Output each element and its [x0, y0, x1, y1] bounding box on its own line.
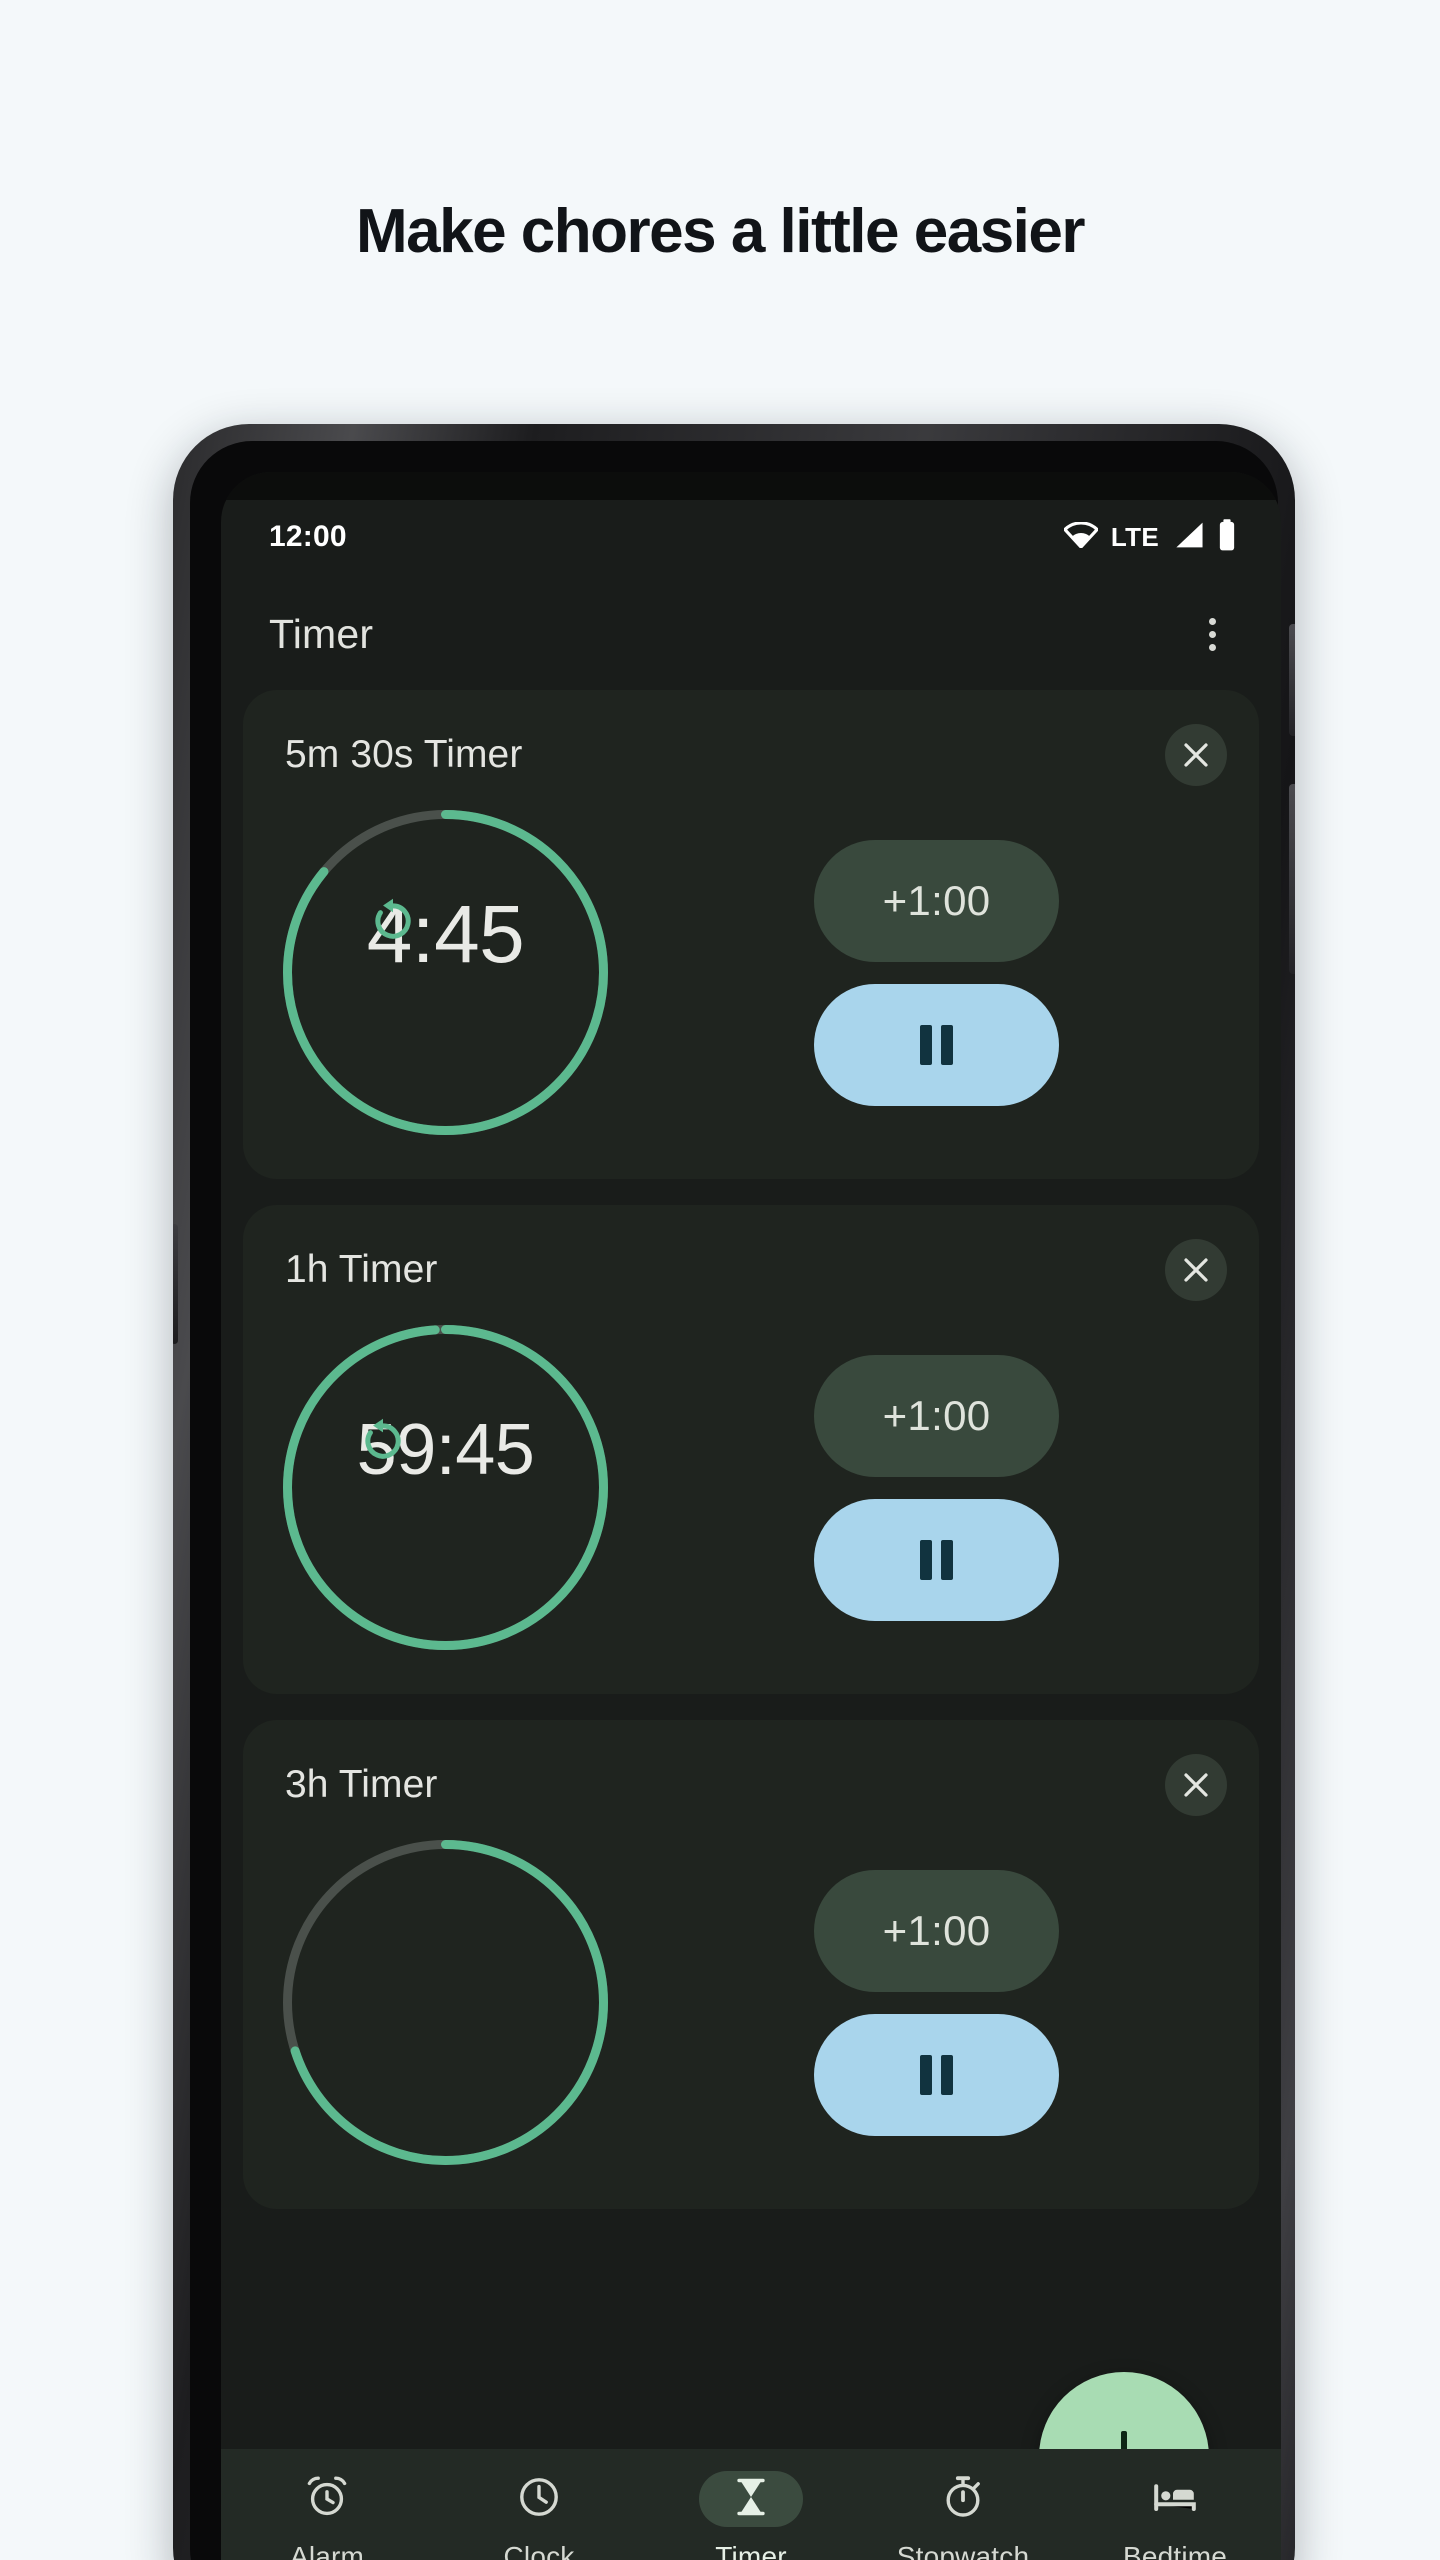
timer-title: 3h Timer: [285, 1763, 438, 1806]
pause-icon-bar: [941, 1539, 953, 1580]
pause-icon-bar: [941, 2054, 953, 2095]
pause-icon-bar: [920, 1024, 932, 1065]
timer-card-body: 59:45 +1:00: [243, 1305, 1259, 1660]
nav-item-clock[interactable]: Clock: [454, 2471, 624, 2560]
dial-center: 4:45: [367, 893, 525, 1052]
nav-pill: [1123, 2471, 1227, 2527]
timer-card-header: 1h Timer: [243, 1235, 1259, 1305]
dot: [1208, 643, 1216, 651]
phone-bezel: 12:00 LTE Timer 5m 30s Timer 4:45 +1:00 …: [190, 441, 1281, 2560]
timer-card[interactable]: 3h Timer +1:00: [243, 1720, 1259, 2209]
wifi-icon: [1062, 520, 1100, 553]
power-button[interactable]: [1289, 624, 1295, 736]
timer-actions: +1:00: [644, 839, 1225, 1106]
timer-card-header: 3h Timer: [243, 1750, 1259, 1820]
page-title: Make chores a little easier: [355, 197, 1086, 266]
pause-button[interactable]: [814, 983, 1059, 1106]
bottom-navigation: Alarm Clock Timer Stopwatch Bedtime: [221, 2449, 1281, 2560]
network-type-label: LTE: [1110, 521, 1159, 552]
nav-label: Bedtime: [1122, 2541, 1228, 2560]
progress-ring: [283, 1840, 608, 2165]
nav-label: Stopwatch: [896, 2541, 1030, 2560]
dot: [1208, 617, 1216, 625]
pause-icon-bar: [920, 2054, 932, 2095]
stopwatch-icon: [939, 2473, 987, 2526]
nav-item-timer[interactable]: Timer: [666, 2471, 836, 2560]
clock-icon: [515, 2473, 563, 2526]
battery-icon: [1217, 518, 1237, 556]
dot: [1208, 630, 1216, 638]
status-clock: 12:00: [269, 520, 347, 553]
left-side-button[interactable]: [173, 1224, 178, 1344]
nav-item-stopwatch[interactable]: Stopwatch: [878, 2471, 1048, 2560]
timer-progress-dial[interactable]: 4:45: [273, 800, 618, 1145]
bed-icon: [1151, 2473, 1199, 2526]
status-icon-group: LTE: [1062, 518, 1237, 556]
status-bar: 12:00 LTE: [221, 500, 1281, 574]
timer-progress-dial[interactable]: [273, 1830, 618, 2175]
alarm-clock-icon: [303, 2473, 351, 2526]
app-bar: Timer: [221, 580, 1281, 688]
reset-icon[interactable]: [365, 1418, 473, 1562]
delete-timer-button[interactable]: [1165, 724, 1227, 786]
hourglass-icon: [729, 2475, 773, 2524]
nav-pill: [275, 2471, 379, 2527]
timer-card[interactable]: 1h Timer 59:45 +1:00: [243, 1205, 1259, 1694]
camera-notch-area: [221, 472, 1281, 500]
app-bar-title: Timer: [269, 610, 374, 657]
timer-title: 1h Timer: [285, 1248, 438, 1291]
timer-card-body: +1:00: [243, 1820, 1259, 2175]
add-minute-button[interactable]: +1:00: [814, 1869, 1059, 1992]
timer-card[interactable]: 5m 30s Timer 4:45 +1:00: [243, 690, 1259, 1179]
pause-icon-bar: [920, 1539, 932, 1580]
nav-label: Timer: [715, 2541, 787, 2560]
delete-timer-button[interactable]: [1165, 1754, 1227, 1816]
timer-actions: +1:00: [644, 1354, 1225, 1621]
volume-button[interactable]: [1289, 784, 1295, 974]
add-minute-button[interactable]: +1:00: [814, 1354, 1059, 1477]
pause-icon-bar: [941, 1024, 953, 1065]
pause-button[interactable]: [814, 2013, 1059, 2136]
nav-label: Clock: [503, 2541, 575, 2560]
add-minute-button[interactable]: +1:00: [814, 839, 1059, 962]
nav-pill: [487, 2471, 591, 2527]
reset-icon[interactable]: [375, 898, 472, 1052]
nav-item-alarm[interactable]: Alarm: [242, 2471, 412, 2560]
timer-title: 5m 30s Timer: [285, 733, 523, 776]
overflow-menu-icon[interactable]: [1187, 609, 1237, 659]
dial-center: 59:45: [357, 1414, 535, 1562]
timer-card-header: 5m 30s Timer: [243, 720, 1259, 790]
nav-item-bedtime[interactable]: Bedtime: [1090, 2471, 1260, 2560]
timer-list: 5m 30s Timer 4:45 +1:00 1h Timer 59:45 +…: [221, 690, 1281, 2560]
nav-pill: [699, 2471, 803, 2527]
delete-timer-button[interactable]: [1165, 1239, 1227, 1301]
timer-progress-dial[interactable]: 59:45: [273, 1315, 618, 1660]
timer-actions: +1:00: [644, 1869, 1225, 2136]
nav-label: Alarm: [289, 2541, 365, 2560]
signal-icon: [1172, 521, 1204, 554]
phone-screen: 12:00 LTE Timer 5m 30s Timer 4:45 +1:00 …: [221, 472, 1281, 2560]
pause-button[interactable]: [814, 1498, 1059, 1621]
screenshot-root: Make chores a little easier 12:00 LTE Ti…: [0, 0, 1440, 2560]
timer-card-body: 4:45 +1:00: [243, 790, 1259, 1145]
phone-device-frame: 12:00 LTE Timer 5m 30s Timer 4:45 +1:00 …: [173, 424, 1295, 2560]
nav-pill: [911, 2471, 1015, 2527]
